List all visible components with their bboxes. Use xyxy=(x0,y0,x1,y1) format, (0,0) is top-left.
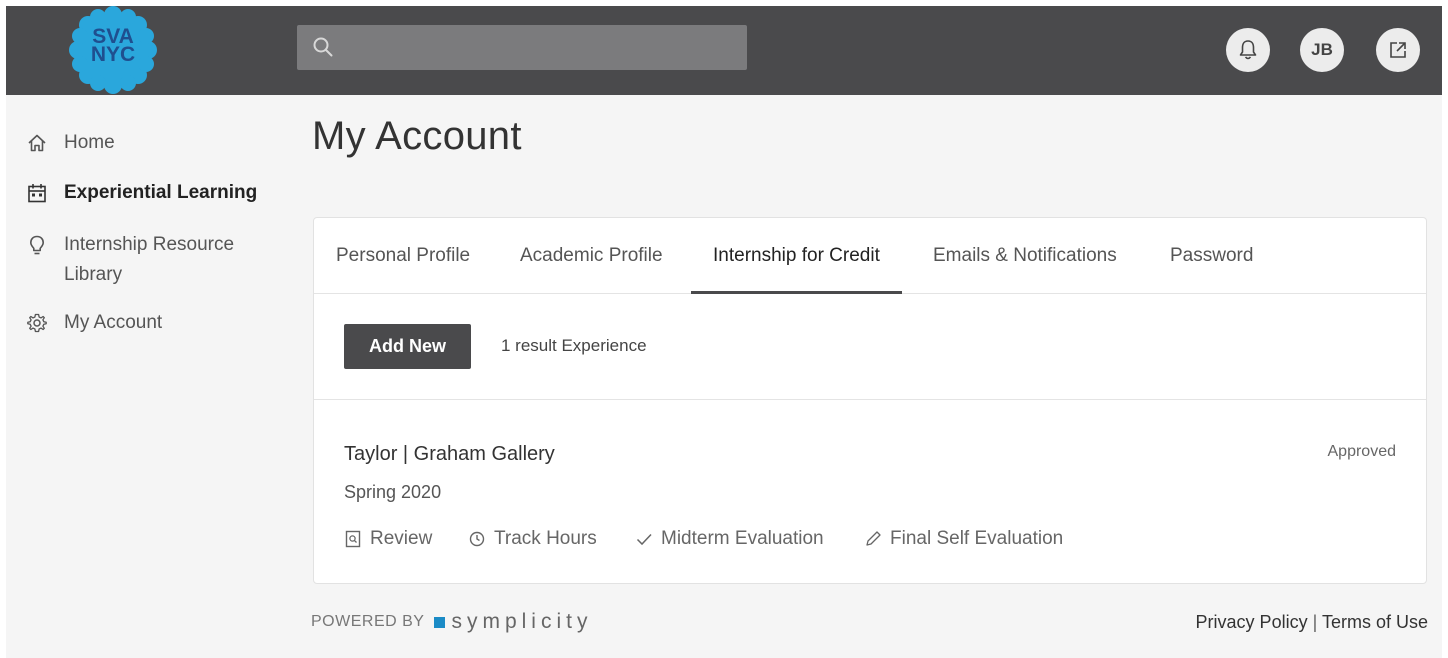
tab-personal-profile[interactable]: Personal Profile xyxy=(314,218,492,294)
privacy-policy-link[interactable]: Privacy Policy xyxy=(1196,612,1308,632)
action-label: Review xyxy=(370,528,433,549)
search-bar[interactable] xyxy=(297,25,747,70)
terms-of-use-link[interactable]: Terms of Use xyxy=(1322,612,1428,632)
avatar[interactable]: JB xyxy=(1300,28,1344,72)
bell-icon xyxy=(1239,40,1257,60)
footer-links: Privacy Policy | Terms of Use xyxy=(1196,612,1428,633)
clock-icon xyxy=(469,531,485,547)
sidebar-item-label: My Account xyxy=(64,312,163,333)
sidebar-item-my-account[interactable]: My Account xyxy=(26,308,162,338)
action-label: Midterm Evaluation xyxy=(661,528,824,549)
search-icon xyxy=(313,37,333,57)
experience-term: Spring 2020 xyxy=(344,482,442,502)
result-count: 1 result Experience xyxy=(501,336,647,355)
tab-bar: Personal Profile Academic Profile Intern… xyxy=(314,218,1426,294)
sidebar-item-home[interactable]: Home xyxy=(26,128,115,158)
sidebar-item-label: Internship Resource xyxy=(64,234,235,255)
review-link[interactable]: Review xyxy=(344,528,432,550)
tab-emails-notifications[interactable]: Emails & Notifications xyxy=(911,218,1139,294)
gear-icon xyxy=(27,313,47,333)
midterm-evaluation-link[interactable]: Midterm Evaluation xyxy=(635,528,824,550)
tab-password[interactable]: Password xyxy=(1148,218,1275,294)
top-bar: SVA NYC JB xyxy=(6,6,1442,95)
external-link-button[interactable] xyxy=(1376,28,1420,72)
tab-internship-for-credit[interactable]: Internship for Credit xyxy=(691,218,902,294)
sidebar-item-experiential-learning[interactable]: Experiential Learning xyxy=(26,178,257,208)
action-label: Final Self Evaluation xyxy=(890,528,1064,549)
search-input[interactable] xyxy=(343,25,739,70)
powered-by: POWERED BY symplicity xyxy=(311,610,592,634)
sidebar-item-label-line-2: Library xyxy=(64,264,123,285)
lightbulb-icon xyxy=(30,235,44,255)
sva-nyc-logo[interactable]: SVA NYC xyxy=(62,6,164,94)
status-badge: Approved xyxy=(1327,443,1397,460)
avatar-initials: JB xyxy=(1311,40,1333,59)
document-search-icon xyxy=(345,530,361,548)
track-hours-link[interactable]: Track Hours xyxy=(468,528,597,550)
final-self-evaluation-link[interactable]: Final Self Evaluation xyxy=(864,528,1063,550)
symplicity-logo-square-icon xyxy=(434,616,446,628)
calendar-icon xyxy=(28,184,46,203)
sidebar-item-internship-resource-library[interactable]: Internship Resource Library xyxy=(26,230,234,290)
account-card: Personal Profile Academic Profile Intern… xyxy=(313,217,1427,584)
footer-separator: | xyxy=(1312,612,1318,632)
action-label: Track Hours xyxy=(494,528,597,549)
tab-academic-profile[interactable]: Academic Profile xyxy=(498,218,685,294)
external-link-icon xyxy=(1390,42,1406,58)
home-icon xyxy=(28,134,46,152)
checkmark-icon xyxy=(636,533,652,546)
logo-text: SVA NYC xyxy=(62,26,164,66)
add-new-button[interactable]: Add New xyxy=(344,324,471,369)
page-title: My Account xyxy=(312,114,522,158)
notifications-button[interactable] xyxy=(1226,28,1270,72)
divider xyxy=(314,399,1426,400)
powered-by-text: POWERED BY xyxy=(311,613,425,630)
symplicity-brand[interactable]: symplicity xyxy=(451,610,592,634)
logo-line-2: NYC xyxy=(90,43,136,66)
sidebar-item-label: Experiential Learning xyxy=(64,182,258,203)
sidebar-item-label: Home xyxy=(64,132,115,153)
experience-title[interactable]: Taylor | Graham Gallery xyxy=(344,443,555,466)
pencil-icon xyxy=(866,531,881,546)
